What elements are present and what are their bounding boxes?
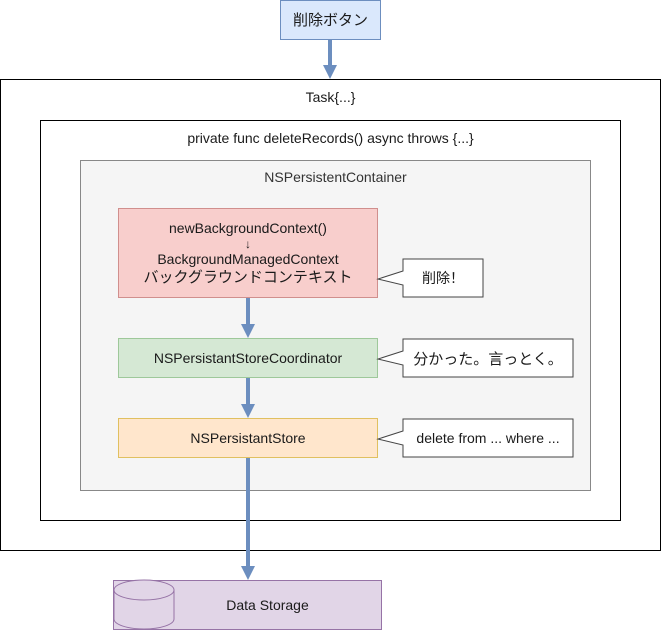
callout-delete: 削除！ [403, 259, 483, 297]
database-cylinder-icon [113, 579, 175, 630]
arrow-context-to-coordinator [241, 298, 255, 338]
callout-acknowledge-text: 分かった。言っとく。 [413, 350, 563, 368]
callout-sql-text: delete from ... where ... [416, 430, 560, 446]
callout-delete-text: 削除！ [422, 270, 464, 286]
arrow-store-to-storage [241, 458, 255, 580]
arrow-coordinator-to-store [241, 378, 255, 418]
callout-sql: delete from ... where ... [403, 419, 573, 457]
diagram-connectors [113, 40, 574, 630]
arrow-trigger-to-task [323, 40, 337, 79]
callout-acknowledge: 分かった。言っとく。 [403, 339, 573, 377]
